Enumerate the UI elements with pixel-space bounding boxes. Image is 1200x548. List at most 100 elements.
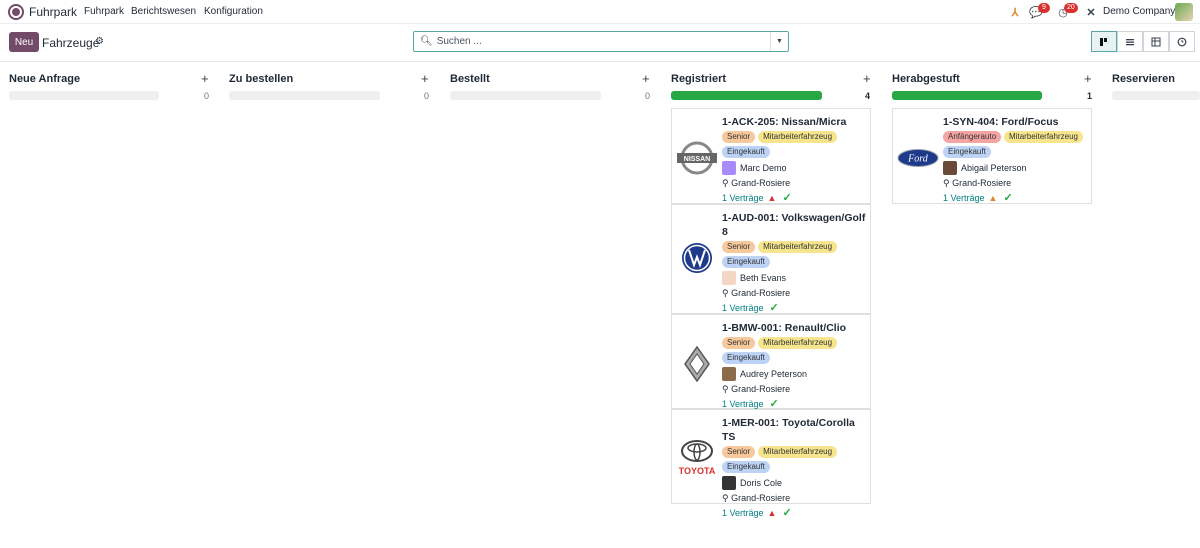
warning-icon: ▲ <box>988 192 998 203</box>
column-progress-bar[interactable] <box>671 91 822 100</box>
column-progress-bar <box>9 91 159 100</box>
contracts-link[interactable]: 1 Verträge <box>722 193 764 203</box>
page-title: Fahrzeuge <box>42 36 100 50</box>
add-icon[interactable]: + <box>1084 71 1092 86</box>
column-progress-bar <box>450 91 601 100</box>
ford-logo-text: Ford <box>907 154 929 165</box>
driver-name: Marc Demo <box>740 163 787 173</box>
column-title[interactable]: Zu bestellen <box>229 73 293 85</box>
avatar <box>722 476 736 490</box>
pivot-view-button[interactable] <box>1143 31 1169 52</box>
tag: Eingekauft <box>943 146 991 158</box>
table-icon <box>1151 37 1161 46</box>
kanban-view-button[interactable] <box>1091 31 1117 52</box>
new-button[interactable]: Neu <box>9 32 39 52</box>
tag: Senior <box>722 241 756 253</box>
user-avatar[interactable] <box>1175 3 1193 21</box>
map-pin-icon: ⚲ <box>722 288 729 298</box>
menu-berichtswesen[interactable]: Berichtswesen <box>131 6 196 17</box>
add-icon[interactable]: + <box>201 71 209 86</box>
column-title[interactable]: Reservieren <box>1112 73 1175 85</box>
activities-badge: 20 <box>1064 3 1078 13</box>
nissan-logo-text: NISSAN <box>684 156 710 163</box>
add-icon[interactable]: + <box>642 71 650 86</box>
driver-name: Beth Evans <box>740 273 787 283</box>
tag: Anfängerauto <box>943 131 1002 143</box>
column-progress-bar[interactable] <box>892 91 1042 100</box>
map-pin-icon: ⚲ <box>722 493 729 503</box>
card-title: 1-BMW-001: Renault/Clio <box>722 322 847 334</box>
tools-icon[interactable]: ✕ <box>1084 5 1098 19</box>
vehicle-card[interactable]: Ford 1-SYN-404: Ford/Focus Anfängerauto … <box>892 108 1092 204</box>
avatar <box>943 161 957 175</box>
add-icon[interactable]: + <box>863 71 871 86</box>
warning-icon: ▲ <box>767 507 777 518</box>
gear-icon[interactable]: ⚙ <box>95 36 104 47</box>
messages-badge: 9 <box>1038 3 1050 13</box>
check-icon: ✓ <box>782 507 792 519</box>
toyota-logo-text: TOYOTA <box>679 466 716 476</box>
vehicle-card[interactable]: 1-AUD-001: Volkswagen/Golf 8 Senior Mita… <box>671 204 871 314</box>
renault-logo <box>676 343 718 385</box>
tag: Eingekauft <box>722 256 770 268</box>
tag: Senior <box>722 131 756 143</box>
debug-icon[interactable]: ⅄ <box>1008 5 1022 19</box>
column-progress-bar <box>1112 91 1200 100</box>
column-title[interactable]: Bestellt <box>450 73 490 85</box>
toyota-logo: TOYOTA <box>676 436 718 478</box>
column-count: 0 <box>424 91 430 101</box>
location: Grand-Rosiere <box>731 493 791 503</box>
column-count: 1 <box>1087 91 1093 101</box>
column-count: 4 <box>865 91 871 101</box>
tag: Senior <box>722 337 756 349</box>
divider <box>0 61 1200 62</box>
search-bar[interactable]: 🔍︎ ▼ <box>413 31 789 52</box>
chevron-down-icon[interactable]: ▼ <box>770 32 788 51</box>
nissan-logo: NISSAN <box>676 137 718 179</box>
tag: Mitarbeiterfahrzeug <box>1004 131 1083 143</box>
contracts-link[interactable]: 1 Verträge <box>722 508 764 518</box>
list-view-button[interactable] <box>1117 31 1143 52</box>
vehicle-card[interactable]: NISSAN 1-ACK-205: Nissan/Micra Senior Mi… <box>671 108 871 204</box>
app-name[interactable]: Fuhrpark <box>29 5 77 19</box>
location: Grand-Rosiere <box>731 288 791 298</box>
clock-icon <box>1177 37 1187 46</box>
search-input[interactable] <box>436 36 767 47</box>
steering-wheel-icon[interactable] <box>8 4 24 20</box>
top-navbar: Fuhrpark Fuhrpark Berichtswesen Konfigur… <box>0 0 1200 24</box>
column-title[interactable]: Neue Anfrage <box>9 73 80 85</box>
menu-fuhrpark[interactable]: Fuhrpark <box>84 6 124 17</box>
vehicle-card[interactable]: TOYOTA 1-MER-001: Toyota/Corolla TS Seni… <box>671 409 871 519</box>
tag: Eingekauft <box>722 461 770 473</box>
volkswagen-logo <box>676 237 718 279</box>
menu-konfiguration[interactable]: Konfiguration <box>204 6 263 17</box>
tag: Mitarbeiterfahrzeug <box>758 337 838 349</box>
contracts-link[interactable]: 1 Verträge <box>722 399 764 409</box>
check-icon: ✓ <box>769 302 779 314</box>
tag: Eingekauft <box>722 352 770 364</box>
card-title: 1-AUD-001: Volkswagen/Golf 8 <box>722 212 866 238</box>
location: Grand-Rosiere <box>731 178 791 188</box>
warning-icon: ▲ <box>767 192 777 203</box>
avatar <box>722 367 736 381</box>
tag: Mitarbeiterfahrzeug <box>758 446 838 458</box>
tag: Mitarbeiterfahrzeug <box>758 241 838 253</box>
contracts-link[interactable]: 1 Verträge <box>943 193 985 203</box>
activity-view-button[interactable] <box>1169 31 1195 52</box>
location: Grand-Rosiere <box>731 384 791 394</box>
column-title[interactable]: Herabgestuft <box>892 73 960 85</box>
driver-name: Doris Cole <box>740 478 783 488</box>
card-title: 1-MER-001: Toyota/Corolla TS <box>722 417 855 443</box>
avatar <box>722 271 736 285</box>
location: Grand-Rosiere <box>952 178 1012 188</box>
column-count: 0 <box>204 91 210 101</box>
avatar <box>722 161 736 175</box>
vehicle-card[interactable]: 1-BMW-001: Renault/Clio Senior Mitarbeit… <box>671 314 871 410</box>
map-pin-icon: ⚲ <box>943 178 950 188</box>
kanban-icon <box>1100 37 1107 46</box>
add-icon[interactable]: + <box>421 71 429 86</box>
company-switcher[interactable]: Demo Company <box>1103 6 1175 17</box>
column-title[interactable]: Registriert <box>671 73 726 85</box>
card-title: 1-SYN-404: Ford/Focus <box>943 116 1059 128</box>
contracts-link[interactable]: 1 Verträge <box>722 303 764 313</box>
